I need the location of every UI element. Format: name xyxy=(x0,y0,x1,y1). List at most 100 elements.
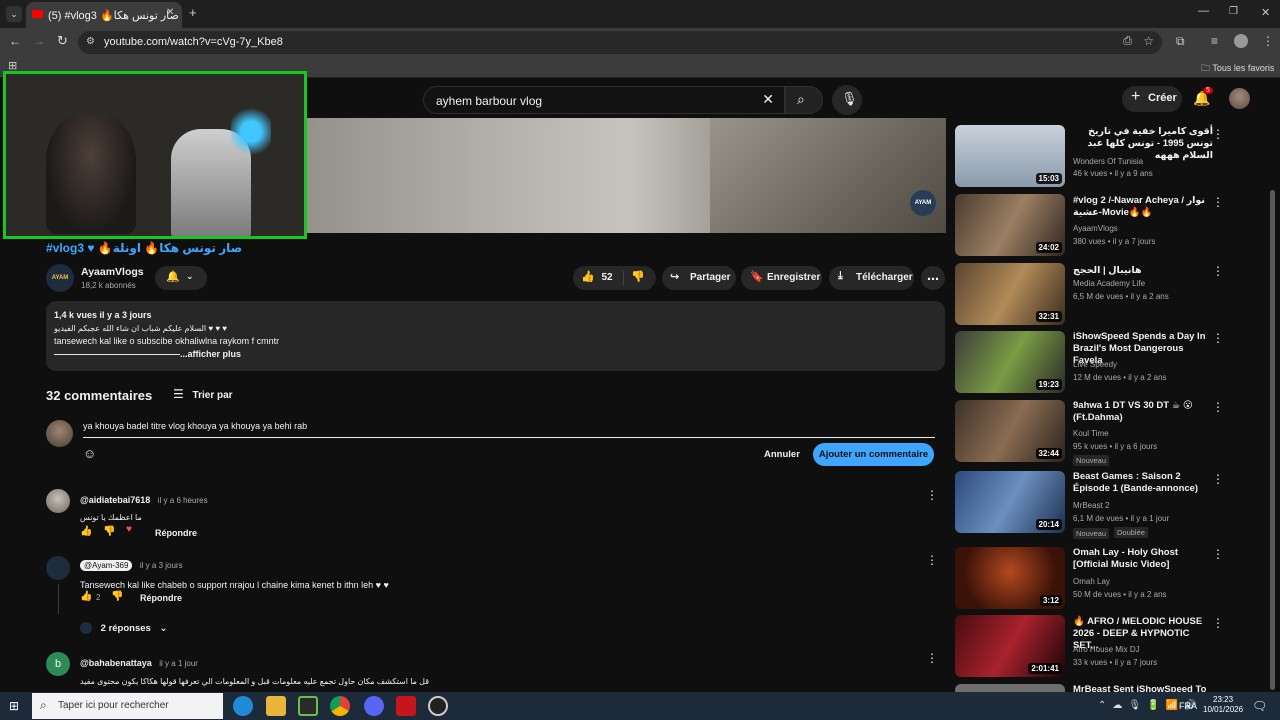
add-comment-button[interactable]: Ajouter un commentaire xyxy=(813,443,934,466)
comment-dislike-icon[interactable]: 👎 xyxy=(111,591,123,602)
recommendation-thumbnail[interactable]: 15:03 xyxy=(955,125,1065,187)
recommendation-channel[interactable]: Omah Lay xyxy=(1073,577,1213,586)
recommendation-title[interactable]: هانيبال | الحجج xyxy=(1073,265,1213,277)
commenter-avatar[interactable]: b xyxy=(46,652,70,676)
channel-comment-avatar[interactable] xyxy=(46,556,70,580)
create-button[interactable]: + Créer xyxy=(1122,86,1182,112)
recommendation-menu-icon[interactable]: ⋮ xyxy=(1211,195,1225,209)
recommendation-thumbnail[interactable]: 3:12 xyxy=(955,547,1065,609)
restore-icon[interactable]: ❐ xyxy=(1229,6,1238,17)
show-replies-button[interactable]: 2 réponses ⌄ xyxy=(80,622,167,634)
clock[interactable]: 23:23 10/01/2026 xyxy=(1203,695,1243,715)
bookmark-star-icon[interactable]: ☆ xyxy=(1143,34,1154,48)
recommendation-menu-icon[interactable]: ⋮ xyxy=(1211,264,1225,278)
recommendation-channel[interactable]: Wonders Of Tunisia xyxy=(1073,157,1213,166)
obs-icon[interactable] xyxy=(396,696,416,716)
tab-search-icon[interactable]: ⌄ xyxy=(6,6,22,22)
reply-button[interactable]: Répondre xyxy=(155,528,197,538)
site-info-icon[interactable]: ⚙ xyxy=(86,36,95,47)
like-button[interactable]: 👍 52 xyxy=(581,270,613,283)
profile-avatar[interactable] xyxy=(1234,34,1248,48)
all-bookmarks-folder[interactable]: 🗀 Tous les favoris xyxy=(1201,61,1274,77)
comment-author[interactable]: @bahabenattaya xyxy=(80,658,152,668)
recommendation-thumbnail[interactable]: 19:23 xyxy=(955,331,1065,393)
account-avatar[interactable] xyxy=(1229,88,1250,109)
comment-like-icon[interactable]: 👍 xyxy=(80,591,92,602)
show-more-link[interactable]: ——————————————...afficher plus xyxy=(54,348,945,361)
recommendation-title[interactable]: Omah Lay - Holy Ghost [Official Music Vi… xyxy=(1073,547,1213,571)
store-icon[interactable] xyxy=(298,696,318,716)
comment-time[interactable]: il y a 3 jours xyxy=(140,561,183,570)
recommendation-channel[interactable]: MrBeast 2 xyxy=(1073,501,1213,510)
recommendation-title[interactable]: Beast Games : Saison 2 Épisode 1 (Bande-… xyxy=(1073,471,1213,495)
recommendation-menu-icon[interactable]: ⋮ xyxy=(1211,127,1225,141)
file-explorer-icon[interactable] xyxy=(266,696,286,716)
comment-menu-icon[interactable]: ⋮ xyxy=(925,488,939,502)
channel-name[interactable]: AyaamVlogs xyxy=(81,266,144,278)
forward-icon[interactable]: → xyxy=(33,34,45,48)
recommendation-thumbnail[interactable] xyxy=(955,684,1065,692)
video-player[interactable]: AYAM xyxy=(240,118,946,233)
taskbar-search-input[interactable]: ⌕ Taper ici pour rechercher xyxy=(32,693,223,719)
emoji-button[interactable]: ☺ xyxy=(83,446,99,462)
browser-menu-icon[interactable]: ⋮ xyxy=(1262,34,1274,48)
recommendation-title[interactable]: #vlog 2 /-Nawar Acheya / نوار عشية-Movie… xyxy=(1073,195,1213,219)
comment-menu-icon[interactable]: ⋮ xyxy=(925,553,939,567)
search-button[interactable]: ⌕ xyxy=(785,86,823,114)
start-button[interactable]: ⊞ xyxy=(9,699,23,713)
browser-tab-active[interactable]: (5) #vlog3 🔥صار تونس هكا ♥ xyxy=(26,2,182,28)
dislike-button[interactable]: 👎 xyxy=(631,270,645,283)
recommendation-title[interactable]: 9ahwa 1 DT VS 30 DT ☕ 😮 (Ft.Dahma) xyxy=(1073,400,1213,424)
comment-like-icon[interactable]: 👍 xyxy=(80,526,92,537)
cancel-button[interactable]: Annuler xyxy=(764,449,800,460)
channel-avatar[interactable]: AYAM xyxy=(46,264,74,292)
tab-close-icon[interactable]: ✕ xyxy=(166,7,174,18)
clear-search-icon[interactable]: ✕ xyxy=(762,91,774,108)
notifications-button[interactable]: 🔔 5 xyxy=(1193,87,1213,108)
recording-app-icon[interactable] xyxy=(428,696,448,716)
recommendation-menu-icon[interactable]: ⋮ xyxy=(1211,547,1225,561)
extensions-icon[interactable]: ⧉ xyxy=(1176,34,1185,49)
recommendation-thumbnail[interactable]: 2:01:41 xyxy=(955,615,1065,677)
recommendation-thumbnail[interactable]: 32:44 xyxy=(955,400,1065,462)
recommendation-menu-icon[interactable]: ⋮ xyxy=(1211,472,1225,486)
recommendation-channel[interactable]: AyaamVlogs xyxy=(1073,224,1213,233)
voice-search-button[interactable]: 🎙 xyxy=(832,85,862,115)
sort-by-button[interactable]: ☰ Trier par xyxy=(173,387,233,401)
discord-icon[interactable] xyxy=(364,696,384,716)
comment-input[interactable]: ya khouya badel titre vlog khouya ya kho… xyxy=(83,421,935,438)
comment-time[interactable]: il y a 1 jour xyxy=(159,659,198,668)
recommendation-thumbnail[interactable]: 32:31 xyxy=(955,263,1065,325)
download-button[interactable]: ⤓ Télécharger xyxy=(829,266,914,290)
search-input[interactable]: ayhem barbour vlog ✕ xyxy=(423,86,785,114)
language-indicator[interactable]: FRA xyxy=(1179,701,1197,711)
subscription-bell-button[interactable]: 🔔 ⌄ xyxy=(155,266,207,290)
edge-icon[interactable] xyxy=(233,696,253,716)
address-bar[interactable]: ⚙ youtube.com/watch?v=cVg-7y_Kbe8 ⎙ ☆ xyxy=(78,31,1162,54)
recommendation-menu-icon[interactable]: ⋮ xyxy=(1211,616,1225,630)
new-tab-icon[interactable]: + xyxy=(189,5,197,20)
recommendation-channel[interactable]: Afro House Mix DJ xyxy=(1073,645,1213,654)
notification-center-icon[interactable]: 🗨 xyxy=(1252,699,1267,713)
install-icon[interactable]: ⎙ xyxy=(1123,35,1132,48)
media-icon[interactable]: ≡ xyxy=(1211,34,1218,48)
comment-time[interactable]: il y a 6 heures xyxy=(158,496,208,505)
recommendation-channel[interactable]: Live Speedy xyxy=(1073,360,1213,369)
recommendation-thumbnail[interactable]: 20:14 xyxy=(955,471,1065,533)
comment-author[interactable]: @aidiatebai7618 xyxy=(80,495,150,505)
page-scrollbar[interactable] xyxy=(1270,190,1275,690)
comment-menu-icon[interactable]: ⋮ xyxy=(925,651,939,665)
minimize-icon[interactable]: — xyxy=(1198,5,1209,17)
reply-button[interactable]: Répondre xyxy=(140,593,182,603)
recommendation-menu-icon[interactable]: ⋮ xyxy=(1211,331,1225,345)
back-icon[interactable]: ← xyxy=(9,34,21,48)
commenter-avatar[interactable] xyxy=(46,489,70,513)
share-button[interactable]: ↪ Partager xyxy=(662,266,736,290)
close-window-icon[interactable]: ✕ xyxy=(1261,6,1270,19)
recommendation-thumbnail[interactable]: 24:02 xyxy=(955,194,1065,256)
recommendation-channel[interactable]: Media Academy Life xyxy=(1073,279,1213,288)
reload-icon[interactable]: ↻ xyxy=(57,33,68,49)
video-description[interactable]: 1,4 k vues il y a 3 jours السلام عليكم ش… xyxy=(46,301,945,371)
more-actions-button[interactable]: ⋯ xyxy=(921,266,945,290)
save-button[interactable]: 🔖 Enregistrer xyxy=(741,266,822,290)
